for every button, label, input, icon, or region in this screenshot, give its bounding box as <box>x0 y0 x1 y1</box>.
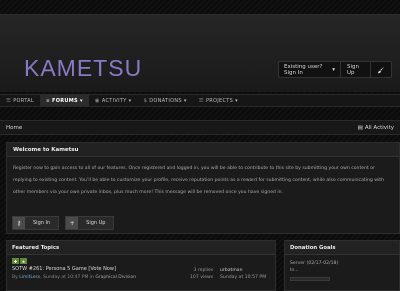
key-icon: ⚷ <box>13 217 25 229</box>
by-label: By <box>12 275 18 280</box>
site-header: KAMETSU Existing user? Sign In ▾ Sign Up <box>0 0 400 92</box>
chevron-down-icon: ▾ <box>128 97 132 104</box>
topic-views: 107 views <box>190 275 214 280</box>
welcome-title: Welcome to Kametsu <box>7 143 399 157</box>
donation-goals-panel: Donation Goals Server (02/17-02/18) In..… <box>284 240 400 291</box>
nav-item-projects[interactable]: ☰ PROJECTS ▾ <box>193 95 244 106</box>
topic-forum[interactable]: Graphical Division <box>95 275 136 280</box>
nav-item-forums[interactable]: ▪ FORUMS ▾ <box>39 95 89 106</box>
site-logo[interactable]: KAMETSU <box>24 55 142 82</box>
donation-server-label: Server (02/17-02/18) <box>290 261 339 266</box>
welcome-text: Register now to gain access to all of ou… <box>13 166 385 195</box>
donation-title: Donation Goals <box>285 241 399 255</box>
plus-icon: + <box>66 217 79 229</box>
main-nav: ☰ PORTAL ▪ FORUMS ▾ ◉ ACTIVITY ▾ $ DONAT… <box>0 94 400 107</box>
nav-item-donations[interactable]: $ DONATIONS ▾ <box>137 95 192 106</box>
button-label: Sign Up <box>86 220 106 226</box>
list-icon: ☰ <box>198 97 204 104</box>
breadcrumb-home[interactable]: Home <box>6 125 22 131</box>
topic-date: Sunday at 10:47 PM in <box>43 275 94 280</box>
chevron-down-icon: ▾ <box>332 66 335 73</box>
nav-item-portal[interactable]: ☰ PORTAL <box>0 95 40 106</box>
donation-progress-bar <box>290 277 330 281</box>
topic-tags: ✚ ★ <box>12 258 27 264</box>
welcome-signin-button[interactable]: ⚷ Sign In <box>12 216 60 230</box>
nav-label: DONATIONS <box>149 97 182 104</box>
topic-stats: 3 replies 107 views <box>190 267 213 281</box>
chevron-down-icon: ▾ <box>79 97 83 104</box>
signin-dropdown[interactable]: Existing user? Sign In ▾ <box>279 62 341 77</box>
topic-row[interactable]: ✚ ★ SOTW #261: Persona 5 Game [Vote Now]… <box>7 255 275 290</box>
dollar-icon: $ <box>143 97 148 104</box>
activity-icon: ◉ <box>94 97 100 104</box>
chevron-down-icon: ▾ <box>235 97 238 104</box>
donation-body: Server (02/17-02/18) In... <box>285 255 399 274</box>
rss-icon: ▤ <box>357 124 363 131</box>
welcome-buttons: ⚷ Sign In + Sign Up <box>12 216 115 230</box>
breadcrumb: Home ▤ All Activity <box>0 120 400 135</box>
topic-last-post: urbatman Sunday at 10:57 PM <box>220 267 266 281</box>
nav-label: ACTIVITY <box>101 97 127 104</box>
featured-title: Featured Topics <box>7 241 275 255</box>
last-post-time: Sunday at 10:57 PM <box>220 275 267 280</box>
signup-label: Sign Up <box>347 63 359 76</box>
theme-brush-icon[interactable] <box>371 62 391 77</box>
signup-link[interactable]: Sign Up <box>341 62 371 77</box>
star-icon: ★ <box>20 258 27 264</box>
nav-label: FORUMS <box>52 97 78 104</box>
chevron-down-icon: ▾ <box>183 97 187 104</box>
list-icon: ☰ <box>6 97 12 104</box>
comments-icon: ▪ <box>45 97 50 104</box>
nav-label: PORTAL <box>13 97 34 104</box>
button-label: Sign In <box>33 220 51 226</box>
topic-title[interactable]: SOTW #261: Persona 5 Game [Vote Now] <box>12 266 116 272</box>
topic-replies: 3 replies <box>193 268 214 273</box>
featured-topics-panel: Featured Topics ✚ ★ SOTW #261: Persona 5… <box>6 240 276 291</box>
topic-author[interactable]: LimitLess <box>19 275 40 280</box>
welcome-box: Welcome to Kametsu Register now to gain … <box>6 142 400 234</box>
pin-icon: ✚ <box>12 258 19 264</box>
all-activity-label: All Activity <box>364 124 394 131</box>
all-activity-link[interactable]: ▤ All Activity <box>358 125 394 131</box>
last-post-user[interactable]: urbatman <box>220 267 266 274</box>
user-bar: Existing user? Sign In ▾ Sign Up <box>278 61 392 78</box>
topic-meta: By LimitLess, Sunday at 10:47 PM in Grap… <box>12 275 137 280</box>
nav-label: PROJECTS <box>205 97 234 104</box>
donation-amount: In... <box>290 268 299 273</box>
welcome-signup-button[interactable]: + Sign Up <box>65 216 115 230</box>
logo-panel: KAMETSU Existing user? Sign In ▾ Sign Up <box>0 14 400 92</box>
nav-item-activity[interactable]: ◉ ACTIVITY ▾ <box>89 95 138 106</box>
signin-label: Existing user? Sign In <box>284 63 323 76</box>
